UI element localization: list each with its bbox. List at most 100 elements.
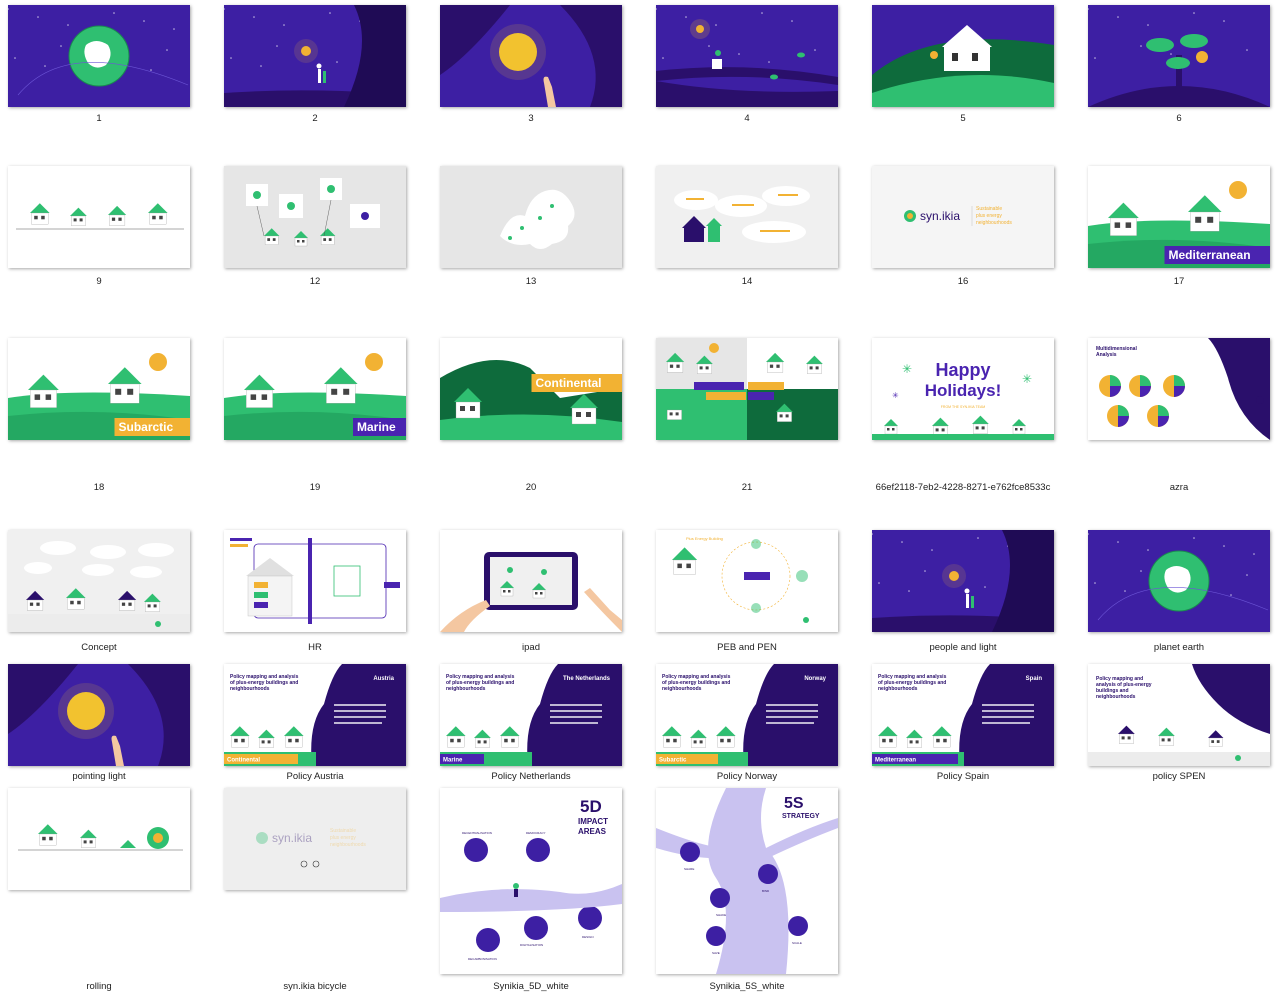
file-name-label: 20 bbox=[525, 482, 537, 493]
file-name-label: Policy Netherlands bbox=[491, 771, 571, 782]
svg-text:Analysis: Analysis bbox=[1096, 352, 1117, 358]
svg-text:Continental: Continental bbox=[536, 376, 602, 390]
file-name-label: pointing light bbox=[72, 771, 126, 782]
svg-text:neighbourhoods: neighbourhoods bbox=[878, 686, 918, 692]
thumbnail-image bbox=[8, 788, 190, 890]
svg-text:✳: ✳ bbox=[892, 391, 899, 400]
svg-text:Happy: Happy bbox=[935, 360, 990, 380]
file-name-label: Synikia_5S_white bbox=[709, 981, 785, 992]
thumbnail-image: Policy mapping and analysis of plus-energ… bbox=[440, 664, 622, 766]
file-name-label: 66ef2118-7eb2-4228-8271-e762fce8533c bbox=[875, 482, 1051, 493]
thumbnail-image bbox=[1088, 5, 1270, 107]
svg-text:Plus Energy Building: Plus Energy Building bbox=[686, 536, 723, 541]
thumbnail-image: Policy mapping and analysis of plus-energ… bbox=[224, 664, 406, 766]
svg-text:IMPACT: IMPACT bbox=[578, 817, 608, 826]
svg-text:Norway: Norway bbox=[804, 676, 826, 682]
thumbnail-image: Multidimensional Analysis bbox=[1088, 338, 1270, 440]
thumbnail-image bbox=[224, 5, 406, 107]
svg-text:Sustainable: Sustainable bbox=[330, 828, 356, 834]
svg-text:DESIGN: DESIGN bbox=[582, 935, 594, 939]
svg-text:Continental: Continental bbox=[227, 758, 260, 764]
svg-text:SHAKE: SHAKE bbox=[716, 913, 726, 917]
svg-text:The Netherlands: The Netherlands bbox=[563, 676, 611, 682]
file-name-label: policy SPEN bbox=[1152, 771, 1206, 782]
thumbnail-image bbox=[440, 5, 622, 107]
file-name-label: 3 bbox=[528, 113, 534, 124]
svg-text:STRATEGY: STRATEGY bbox=[782, 813, 820, 820]
file-name-label: Concept bbox=[81, 642, 117, 653]
svg-text:neighbourhoods: neighbourhoods bbox=[330, 842, 366, 848]
file-name-label: 17 bbox=[1173, 276, 1185, 287]
thumbnail-image bbox=[8, 166, 190, 268]
file-explorer-thumbnail-view: { "files": [ {"name":"1","kind":"planet"… bbox=[0, 0, 1286, 994]
file-name-label: 21 bbox=[741, 482, 753, 493]
file-name-label: HR bbox=[308, 642, 322, 653]
thumbnail-image bbox=[224, 166, 406, 268]
file-name-label: 9 bbox=[96, 276, 102, 287]
svg-text:syn.ikia: syn.ikia bbox=[272, 831, 312, 845]
svg-text:SHARE: SHARE bbox=[684, 867, 694, 871]
svg-text:Austria: Austria bbox=[373, 676, 394, 682]
thumbnail-image: syn.ikia Sustainable plus energy neighbourh… bbox=[872, 166, 1054, 268]
svg-text:SCALE: SCALE bbox=[792, 941, 802, 945]
svg-text:neighbourhoods: neighbourhoods bbox=[1096, 694, 1136, 700]
file-name-label: Policy Spain bbox=[936, 771, 990, 782]
file-name-label: 2 bbox=[312, 113, 318, 124]
file-name-label: Policy Norway bbox=[716, 771, 778, 782]
svg-text:Mediterranean: Mediterranean bbox=[1169, 248, 1251, 262]
thumbnail-image: Policy mapping and analysis of plus-energ… bbox=[1088, 664, 1270, 766]
svg-text:DEMOCRACY: DEMOCRACY bbox=[526, 831, 546, 835]
thumbnail-image: Marine bbox=[224, 338, 406, 440]
file-name-label: azra bbox=[1169, 482, 1189, 493]
svg-text:DECARBONISATION: DECARBONISATION bbox=[468, 957, 497, 961]
svg-text:Sustainable: Sustainable bbox=[976, 206, 1002, 212]
svg-text:Subarctic: Subarctic bbox=[119, 420, 174, 434]
thumbnail-image: Subarctic bbox=[8, 338, 190, 440]
thumbnail-image: Policy mapping and analysis of plus-energ… bbox=[872, 664, 1054, 766]
thumbnail-image bbox=[8, 530, 190, 632]
svg-text:SAVE: SAVE bbox=[712, 951, 720, 955]
thumbnail-image: Continental bbox=[440, 338, 622, 440]
svg-text:5D: 5D bbox=[580, 797, 602, 816]
thumbnail-image bbox=[8, 664, 190, 766]
file-name-label: 6 bbox=[1176, 113, 1182, 124]
svg-text:plus energy: plus energy bbox=[330, 835, 356, 841]
file-name-label: 12 bbox=[309, 276, 321, 287]
svg-text:Mediterranean: Mediterranean bbox=[875, 758, 916, 764]
svg-text:plus energy: plus energy bbox=[976, 213, 1002, 219]
thumbnail-image bbox=[656, 166, 838, 268]
svg-text:Marine: Marine bbox=[443, 758, 463, 764]
file-name-label: people and light bbox=[929, 642, 997, 653]
thumbnail-image: Plus Energy Building bbox=[656, 530, 838, 632]
logo-text: syn.ikia bbox=[920, 209, 960, 223]
thumbnail-image bbox=[8, 5, 190, 107]
thumbnail-image bbox=[224, 530, 406, 632]
svg-text:neighbourhoods: neighbourhoods bbox=[446, 686, 486, 692]
file-name-label: ipad bbox=[522, 642, 540, 653]
thumbnail-image bbox=[656, 5, 838, 107]
thumbnail-image: Happy Holidays! FROM THE SYN.IKIA TEAM ✳ ✳ ✳ bbox=[872, 338, 1054, 440]
svg-text:✳: ✳ bbox=[902, 362, 912, 376]
file-name-label: 4 bbox=[744, 113, 750, 124]
svg-text:Marine: Marine bbox=[357, 420, 396, 434]
file-name-label: 14 bbox=[741, 276, 753, 287]
file-name-label: Synikia_5D_white bbox=[493, 981, 569, 992]
file-name-label: 16 bbox=[957, 276, 969, 287]
svg-text:DECENTRALISATION: DECENTRALISATION bbox=[462, 831, 492, 835]
file-name-label: 1 bbox=[96, 113, 102, 124]
svg-text:✳: ✳ bbox=[1022, 372, 1032, 386]
svg-text:BIND: BIND bbox=[762, 889, 770, 893]
thumbnail-image bbox=[872, 5, 1054, 107]
svg-text:neighbourhoods: neighbourhoods bbox=[976, 220, 1012, 226]
svg-text:Subarctic: Subarctic bbox=[659, 758, 687, 764]
svg-text:neighbourhoods: neighbourhoods bbox=[230, 686, 270, 692]
thumbnail-image bbox=[440, 530, 622, 632]
thumbnail-image: Mediterranean bbox=[1088, 166, 1270, 268]
file-name-label: rolling bbox=[86, 981, 112, 992]
file-name-label: planet earth bbox=[1153, 642, 1205, 653]
svg-text:Spain: Spain bbox=[1026, 676, 1043, 682]
file-name-label: syn.ikia bicycle bbox=[283, 981, 347, 992]
svg-text:DIGITALISATION: DIGITALISATION bbox=[520, 943, 543, 947]
thumbnail-image: 5S STRATEGY SHARE BIND SHAKE SAVE SCALE bbox=[656, 788, 838, 974]
file-name-label: PEB and PEN bbox=[717, 642, 777, 653]
